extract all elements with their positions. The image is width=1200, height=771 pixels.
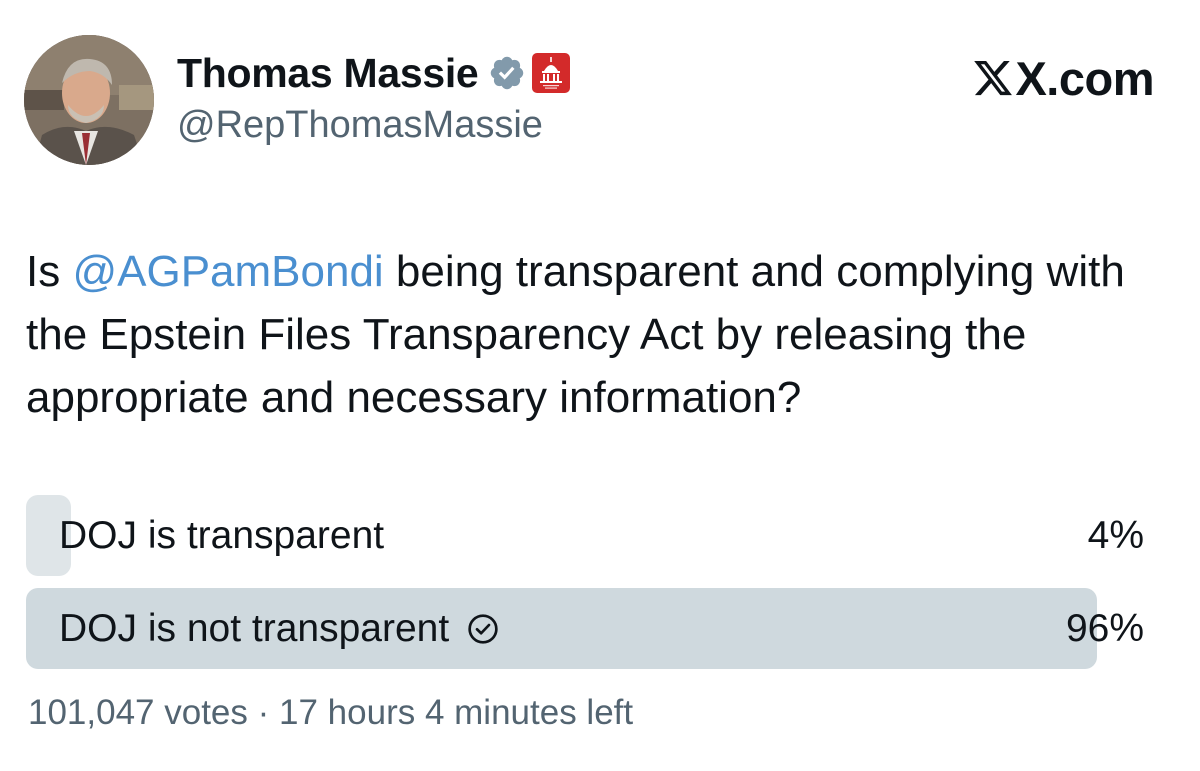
author-avatar[interactable]	[24, 35, 154, 165]
post-text-prefix: Is	[26, 247, 73, 296]
poll-option-1-percent: 4%	[1087, 514, 1144, 557]
x-logo-icon	[974, 60, 1013, 96]
avatar-photo	[24, 35, 154, 165]
poll-option-2: DOJ is not transparent 96%	[26, 588, 1144, 669]
poll-vote-count: 101,047 votes	[28, 693, 248, 732]
poll-option-1-label: DOJ is transparent	[59, 514, 385, 557]
mention-link[interactable]: @AGPamBondi	[72, 247, 383, 296]
poll-option-2-percent: 96%	[1065, 607, 1144, 650]
verified-badge-icon	[491, 56, 524, 90]
poll-meta: 101,047 votes · 17 hours 4 minutes left	[28, 693, 633, 733]
poll-meta-separator: ·	[257, 693, 270, 732]
capitol-dome-badge-icon[interactable]	[532, 53, 571, 93]
poll-option-1: DOJ is transparent 4%	[26, 495, 1144, 576]
author-name[interactable]: Thomas Massie	[177, 50, 479, 97]
site-brand: X.com	[972, 50, 1154, 106]
post-text: Is @AGPamBondi being transparent and com…	[26, 240, 1176, 429]
author-name-row: Thomas Massie	[177, 50, 571, 97]
author-handle[interactable]: @RepThomasMassie	[177, 104, 543, 147]
brand-domain: X.com	[1015, 51, 1154, 105]
poll-option-2-label: DOJ is not transparent	[59, 607, 450, 650]
selected-check-icon	[468, 613, 498, 644]
poll-time-left: 17 hours 4 minutes left	[279, 693, 634, 732]
